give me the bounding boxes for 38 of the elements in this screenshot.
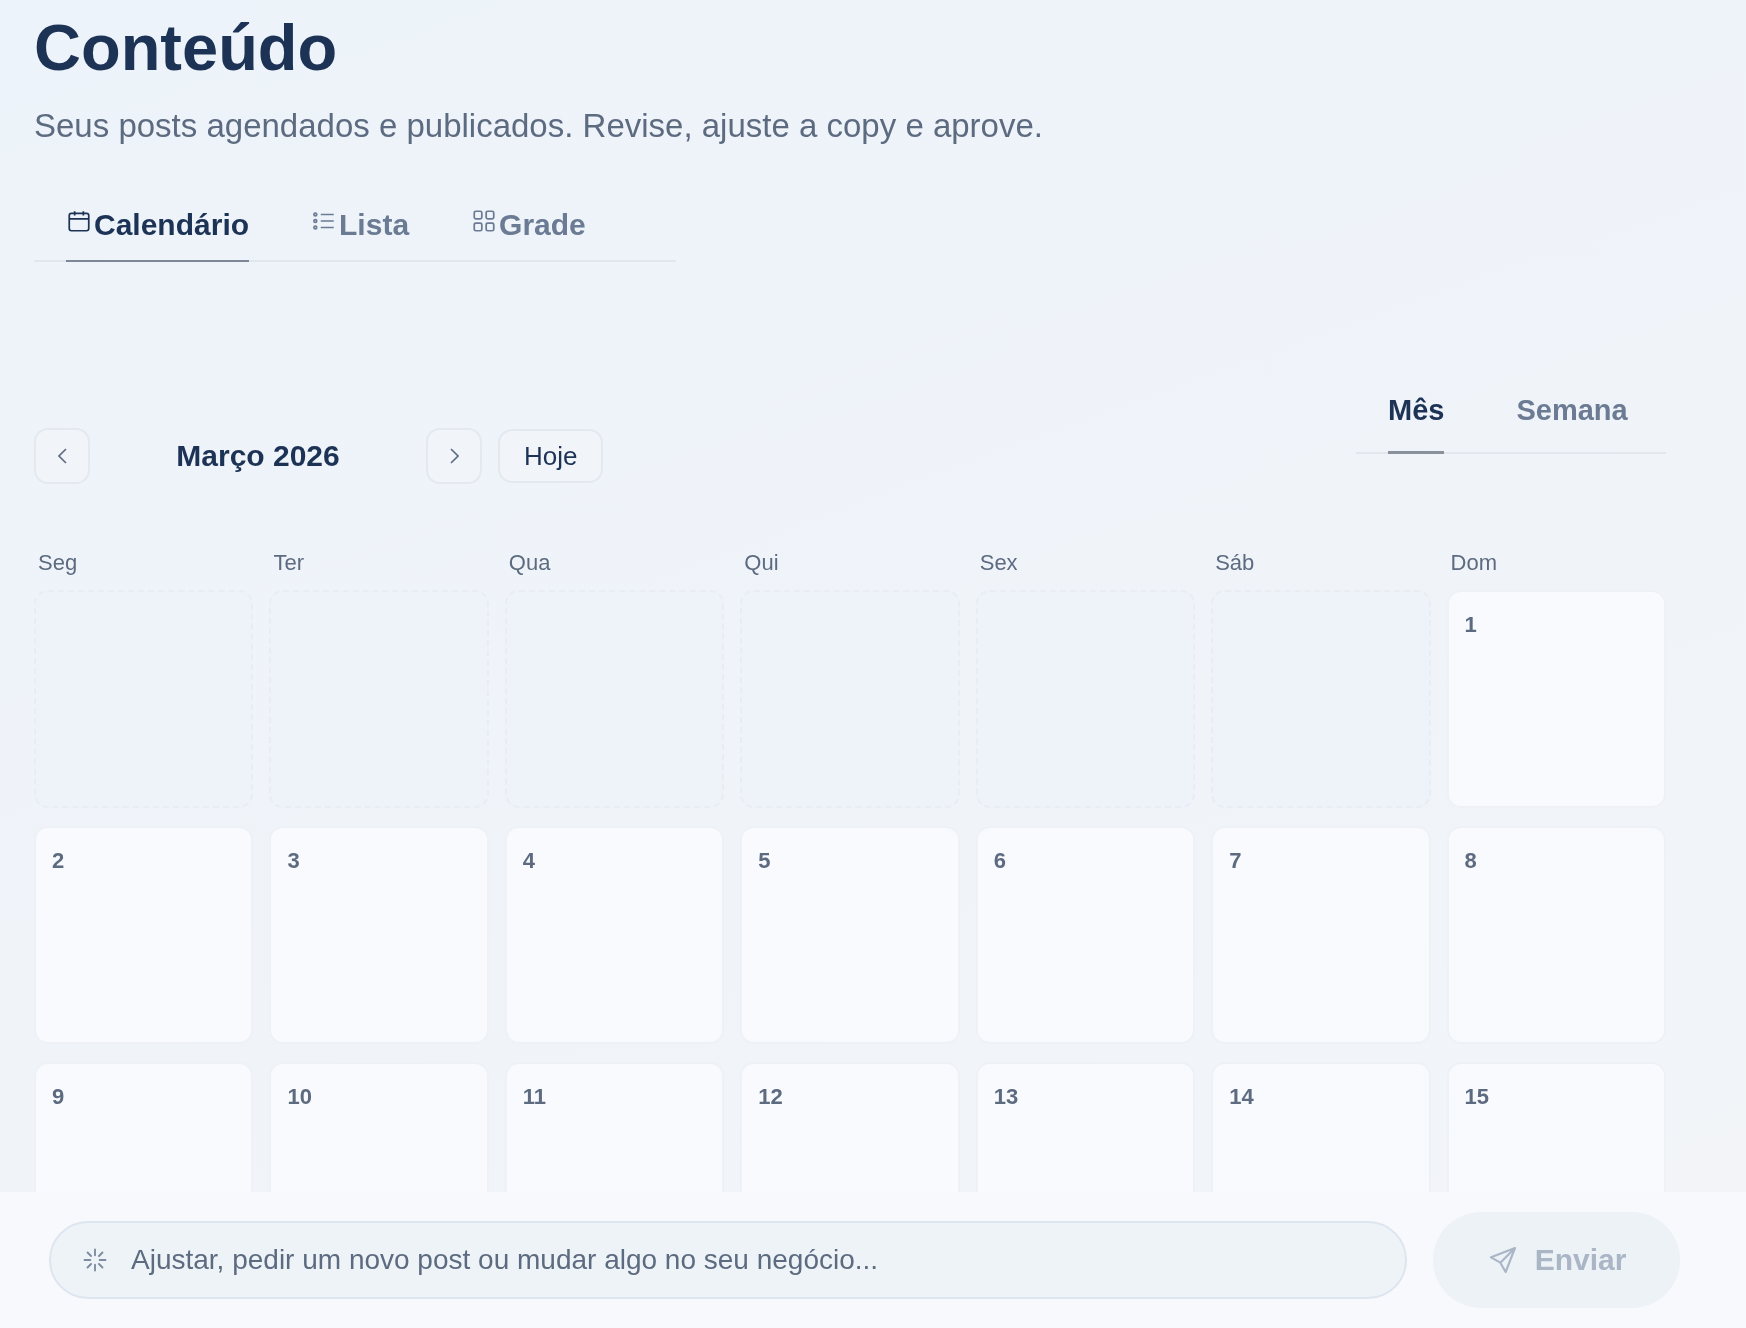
day-cell[interactable]: 14 [1211, 1062, 1431, 1192]
weekday-label: Qua [507, 550, 552, 576]
page-title: Conteúdo [34, 10, 339, 86]
day-cell[interactable]: 1 [1446, 590, 1666, 808]
weekday-label: Sex [978, 550, 1019, 576]
previous-month-button[interactable] [34, 428, 90, 484]
day-cell[interactable]: 13 [975, 1062, 1196, 1192]
day-cell[interactable]: 8 [1446, 826, 1666, 1044]
day-cell[interactable]: 5 [740, 826, 960, 1044]
day-cell[interactable]: 11 [504, 1062, 725, 1192]
day-cell[interactable]: 15 [1446, 1062, 1666, 1192]
day-cell[interactable]: 9 [34, 1062, 254, 1192]
day-cell[interactable]: 7 [1211, 826, 1431, 1044]
day-cell[interactable]: 12 [740, 1062, 960, 1192]
weekday-label: Qui [743, 550, 780, 576]
message-input[interactable]: Ajustar, pedir um novo post ou mudar algo no seu negócio... [49, 1221, 1407, 1299]
day-cell[interactable]: 6 [975, 826, 1196, 1044]
weekday-label: Ter [272, 550, 305, 576]
chevron-right-icon [449, 448, 459, 464]
month-title: Março 2026 [175, 439, 341, 473]
page-subtitle: Seus posts agendados e publicados. Revise, ajuste a copy e aprove. [34, 106, 1044, 146]
day-cell[interactable]: 3 [269, 826, 489, 1044]
range-tab[interactable]: Semana [1516, 394, 1628, 454]
calendar-icon [66, 208, 92, 234]
chevron-left-icon [57, 448, 67, 464]
weekday-label: Sáb [1214, 550, 1256, 576]
weekday-label: Seg [37, 550, 79, 576]
range-tab[interactable]: Mês [1388, 394, 1445, 454]
day-cell[interactable]: 2 [34, 826, 254, 1044]
today-button[interactable]: Hoje [498, 429, 604, 483]
day-cell[interactable]: 4 [504, 826, 725, 1044]
day-cell[interactable]: 10 [269, 1062, 489, 1192]
weekday-label: Dom [1449, 550, 1498, 576]
view-tab[interactable]: Lista [311, 198, 410, 262]
view-tab[interactable]: Calendário [66, 198, 250, 262]
view-tab[interactable]: Grade [471, 198, 586, 262]
grid-icon [471, 208, 498, 234]
next-month-button[interactable] [426, 428, 482, 484]
